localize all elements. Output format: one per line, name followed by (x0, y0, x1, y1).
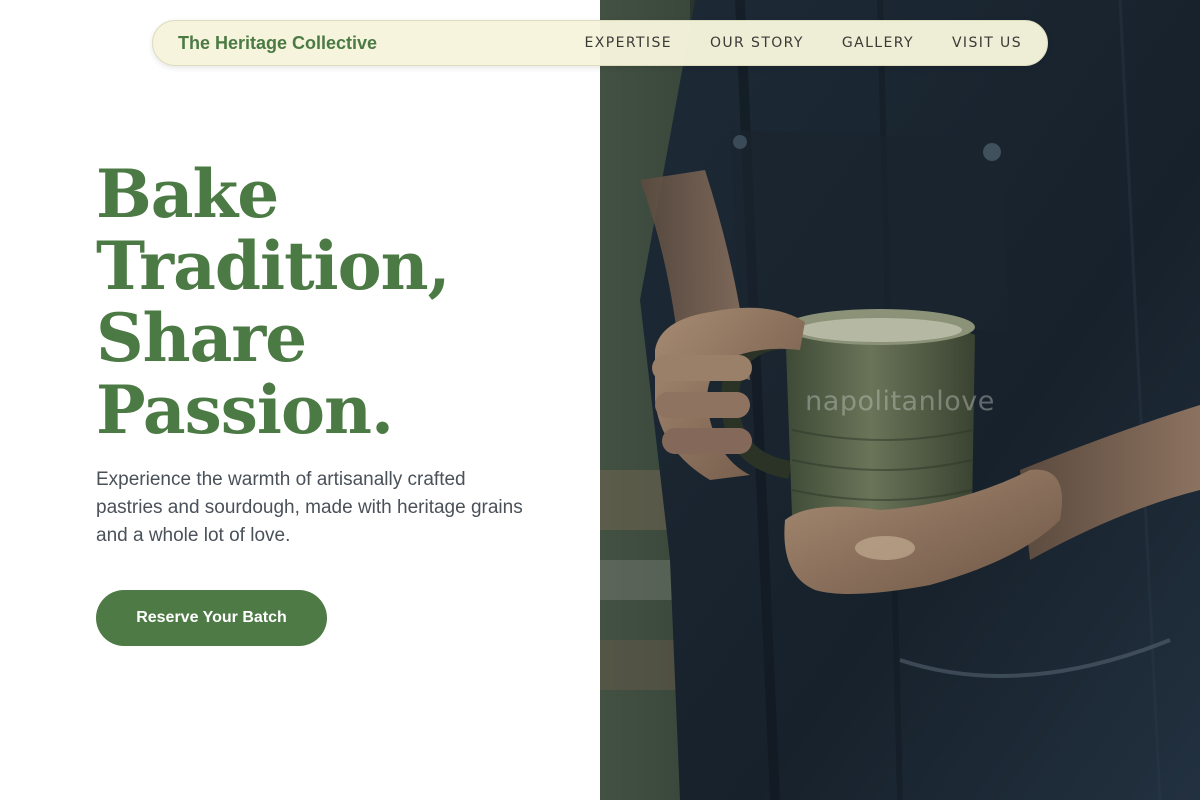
top-navigation: The Heritage Collective EXPERTISE OUR ST… (152, 20, 1048, 66)
hero-headline: Bake Tradition, Share Passion. (96, 158, 576, 446)
headline-line: Bake (96, 155, 279, 233)
hero-photo (600, 0, 1200, 800)
reserve-batch-button[interactable]: Reserve Your Batch (96, 590, 327, 646)
hero-photo-illustration (600, 0, 1200, 800)
brand-name[interactable]: The Heritage Collective (178, 33, 377, 54)
nav-link-visit-us[interactable]: VISIT US (952, 35, 1022, 51)
headline-line: Tradition, (96, 227, 451, 305)
nav-links: EXPERTISE OUR STORY GALLERY VISIT US (585, 35, 1022, 51)
nav-link-expertise[interactable]: EXPERTISE (585, 35, 672, 51)
hero-description: Experience the warmth of artisanally cra… (96, 469, 523, 546)
nav-link-gallery[interactable]: GALLERY (842, 35, 914, 51)
headline-line: Passion. (96, 371, 394, 449)
headline-line: Share (96, 299, 307, 377)
landing-page: napolitanlove The Heritage Collective EX… (0, 0, 1200, 800)
nav-link-our-story[interactable]: OUR STORY (710, 35, 804, 51)
